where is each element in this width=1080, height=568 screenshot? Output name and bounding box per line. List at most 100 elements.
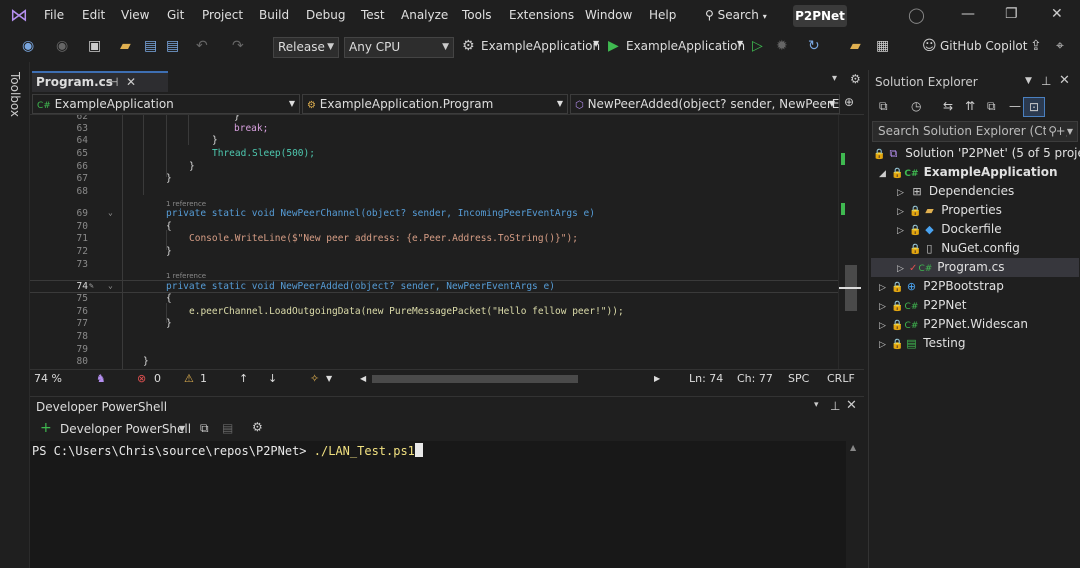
split-editor-icon[interactable]: ⊕ <box>844 95 854 109</box>
menu-extensions[interactable]: Extensions <box>509 8 574 22</box>
line-indicator[interactable]: Ln: 74 <box>689 372 723 385</box>
tab-program-cs[interactable]: Program.cs ⊣ ✕ <box>32 71 168 92</box>
panel-options-icon[interactable]: ▼ <box>1025 76 1032 86</box>
account-icon[interactable]: ◯ <box>908 6 925 24</box>
close-window-icon[interactable]: ✕ <box>1051 6 1063 22</box>
menu-window[interactable]: Window <box>585 8 632 22</box>
toolbox-tab[interactable]: Toolbox <box>8 72 22 117</box>
tree-item-dependencies[interactable]: ▷ ⊞ Dependencies <box>897 182 1014 201</box>
switch-views-icon[interactable]: ⧉ <box>879 99 888 114</box>
menu-analyze[interactable]: Analyze <box>401 8 448 22</box>
terminal-output[interactable]: PS C:\Users\Chris\source\repos\P2PNet> .… <box>30 441 846 568</box>
warning-icon[interactable]: ⚠ <box>184 372 194 385</box>
settings-icon[interactable]: ⚙ <box>850 72 861 86</box>
preview-icon[interactable]: ⌖ <box>1056 38 1064 54</box>
menu-debug[interactable]: Debug <box>306 8 345 22</box>
chevron-down-icon[interactable]: ▼ <box>326 374 332 383</box>
settings-icon[interactable]: ⚙ <box>252 420 263 434</box>
menu-test[interactable]: Test <box>361 8 385 22</box>
tree-item-p2pbootstrap[interactable]: ▷ 🔒 ⊕ P2PBootstrap <box>879 277 1004 296</box>
solution-folder-icon[interactable]: ▰ <box>850 38 861 54</box>
project-nav-dropdown[interactable]: C# ExampleApplication ▼ <box>32 94 300 114</box>
undo-icon[interactable]: ↶ <box>196 38 208 54</box>
menu-git[interactable]: Git <box>167 8 184 22</box>
menu-view[interactable]: View <box>121 8 149 22</box>
forward-icon[interactable]: ◉ <box>56 38 68 54</box>
paste-icon[interactable]: ▤ <box>222 421 233 435</box>
code-editor[interactable]: 62} 63 break; 64} 65 Thread.Sleep(500); 66… <box>30 115 838 370</box>
scroll-up-icon[interactable]: ▲ <box>850 443 856 452</box>
tree-item-properties[interactable]: ▷ 🔒 ▰ Properties <box>897 201 1002 220</box>
column-indicator[interactable]: Ch: 77 <box>737 372 773 385</box>
menu-tools[interactable]: Tools <box>462 8 492 22</box>
copilot-button[interactable]: GitHub Copilot <box>940 39 1027 53</box>
start-button[interactable]: ExampleApplication <box>626 39 745 53</box>
warning-count[interactable]: 1 <box>200 372 207 385</box>
quick-actions-icon[interactable]: ✎ <box>89 281 94 290</box>
tree-item-solution[interactable]: 🔒⧉ Solution 'P2PNet' (5 of 5 projects) <box>873 144 1080 163</box>
line-ending-indicator[interactable]: CRLF <box>827 372 855 385</box>
tree-item-nuget-config[interactable]: 🔒 ▯ NuGet.config <box>909 239 1020 258</box>
codelens-reference[interactable]: 1 reference <box>166 272 206 280</box>
platform-dropdown[interactable]: Any CPU ▼ <box>344 37 454 58</box>
chevron-down-icon[interactable]: ▼ <box>179 424 185 433</box>
menu-help[interactable]: Help <box>649 8 676 22</box>
redo-icon[interactable]: ↷ <box>232 38 244 54</box>
preview-selected-icon[interactable]: ⊡ <box>1023 97 1045 117</box>
tree-item-dockerfile[interactable]: ▷ 🔒 ◆ Dockerfile <box>897 220 1002 239</box>
whitespace-indicator[interactable]: SPC <box>788 372 809 385</box>
tree-item-program-cs[interactable]: ▷ ✓C# Program.cs <box>871 258 1079 277</box>
collapse-icon[interactable]: ⌄ <box>108 281 113 290</box>
error-icon[interactable]: ⊗ <box>137 372 146 385</box>
editor-scrollbar[interactable] <box>838 115 862 370</box>
close-icon[interactable]: ✕ <box>126 73 136 92</box>
pin-icon[interactable]: ⊥ <box>1041 74 1051 88</box>
properties-icon[interactable]: — <box>1009 99 1021 113</box>
start-debugging-icon[interactable]: ▶ <box>608 38 619 54</box>
back-icon[interactable]: ◉ <box>22 38 34 54</box>
horizontal-scroll-thumb[interactable] <box>372 375 578 383</box>
scroll-left-icon[interactable]: ◀ <box>360 374 366 383</box>
member-nav-dropdown[interactable]: ⬡ NewPeerAdded(object? sender, NewPeerEv… <box>570 94 840 114</box>
zoom-level[interactable]: 74 % <box>34 372 62 385</box>
menu-build[interactable]: Build <box>259 8 289 22</box>
minimize-icon[interactable]: — <box>961 6 975 22</box>
feedback-icon[interactable]: ▦ <box>876 38 889 54</box>
history-icon[interactable]: ◷ <box>911 99 921 113</box>
next-issue-icon[interactable]: ↓ <box>268 372 277 385</box>
menu-file[interactable]: File <box>44 8 64 22</box>
hot-reload-icon[interactable]: ✹ <box>776 38 788 54</box>
copy-icon[interactable]: ⧉ <box>200 421 209 436</box>
open-folder-icon[interactable]: ▰ <box>120 38 131 54</box>
codelens-reference[interactable]: 1 reference <box>166 200 206 208</box>
refresh-icon[interactable]: ↻ <box>808 38 820 54</box>
chevron-down-icon[interactable]: ▼ <box>593 39 599 48</box>
terminal-scrollbar[interactable]: ▲ <box>846 441 864 568</box>
tab-overflow-icon[interactable]: ▾ <box>832 73 837 84</box>
error-count[interactable]: 0 <box>154 372 161 385</box>
menu-project[interactable]: Project <box>202 8 243 22</box>
collapse-all-icon[interactable]: ⇈ <box>965 99 975 113</box>
pin-icon[interactable]: ⊥ <box>830 399 840 413</box>
show-all-files-icon[interactable]: ⧉ <box>987 99 996 114</box>
tree-item-p2pnet-widescan[interactable]: ▷ 🔒C# P2PNet.Widescan <box>879 315 1028 334</box>
add-terminal-icon[interactable]: + <box>40 420 52 436</box>
close-icon[interactable]: ✕ <box>846 398 857 413</box>
share-icon[interactable]: ⇪ <box>1030 38 1042 54</box>
menu-edit[interactable]: Edit <box>82 8 105 22</box>
start-without-debugging-icon[interactable]: ▷ <box>752 38 763 54</box>
panel-options-icon[interactable]: ▾ <box>814 400 819 410</box>
previous-issue-icon[interactable]: ↑ <box>239 372 248 385</box>
class-nav-dropdown[interactable]: ⚙ ExampleApplication.Program ▼ <box>302 94 568 114</box>
project-badge[interactable]: P2PNet <box>793 5 847 27</box>
save-all-icon[interactable]: ▤ <box>166 38 179 54</box>
configuration-dropdown[interactable]: Release ▼ <box>273 37 339 58</box>
gear-icon[interactable]: ⚙ <box>462 38 475 54</box>
tree-item-exampleapplication[interactable]: ◢ 🔒C# ExampleApplication <box>879 163 1058 182</box>
tree-item-testing[interactable]: ▷ 🔒 ▤ Testing <box>879 334 965 353</box>
close-icon[interactable]: ✕ <box>1059 73 1070 88</box>
copilot-icon[interactable]: ☺ <box>922 38 937 54</box>
search-box[interactable]: ⚲ Search ▾ <box>705 8 767 22</box>
restore-icon[interactable]: ❐ <box>1005 6 1018 22</box>
save-icon[interactable]: ▤ <box>144 38 157 54</box>
